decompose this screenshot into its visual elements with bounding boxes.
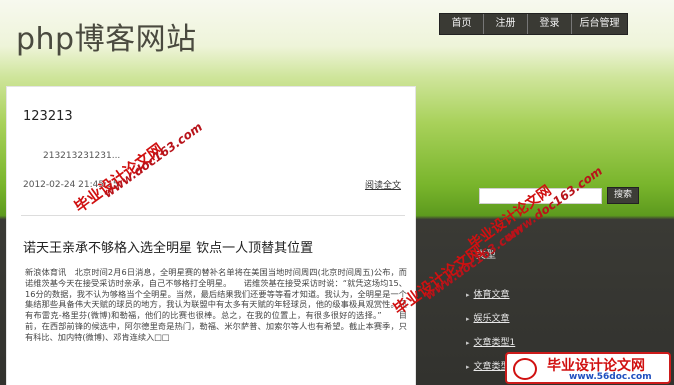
top-navigation: 首页 注册 登录 后台管理 [439, 13, 628, 35]
site-title: php博客网站 [16, 22, 197, 57]
nav-home[interactable]: 首页 [440, 14, 484, 34]
sidebar-link-type1[interactable]: ▸ 文章类型1 [466, 335, 515, 348]
bullet-icon: ▸ [466, 363, 470, 371]
main-content: 123213 213213231231... 2012-02-24 21:45:… [6, 86, 416, 385]
article-title: 诺天王亲承不够格入选全明星 钦点一人顶替其位置 [23, 241, 314, 256]
post-excerpt: 213213231231... [43, 151, 121, 161]
sidebar-heading: 类型 [476, 250, 496, 261]
post-divider [21, 215, 405, 216]
sidebar-link-label: 文章类型1 [473, 338, 516, 348]
nav-register[interactable]: 注册 [484, 14, 528, 34]
post-date: 2012-02-24 21:45:15 [23, 180, 119, 190]
logo-mark-icon [513, 358, 537, 380]
sidebar-link-sports[interactable]: ▸ 体育文章 [466, 287, 510, 300]
article-body: 新浪体育讯 北京时间2月6日消息，全明星赛的替补名单将在美国当地时间周四(北京时… [25, 267, 407, 342]
nav-login[interactable]: 登录 [528, 14, 572, 34]
post-title[interactable]: 123213 [23, 109, 73, 124]
watermark-url: www.doc163.com [500, 163, 605, 245]
search-button[interactable]: 搜索 [607, 187, 639, 204]
bullet-icon: ▸ [466, 339, 470, 347]
logo-url: www.56doc.com [569, 372, 652, 382]
read-more-link[interactable]: 阅读全文 [365, 178, 401, 191]
watermark-logo: 毕业设计论文网 www.56doc.com [505, 352, 671, 384]
sidebar-link-entertainment[interactable]: ▸ 娱乐文章 [466, 311, 510, 324]
bullet-icon: ▸ [466, 315, 470, 323]
sidebar-link-label: 体育文章 [473, 290, 510, 300]
sidebar-link-label: 娱乐文章 [473, 314, 510, 324]
nav-admin[interactable]: 后台管理 [572, 14, 627, 34]
bullet-icon: ▸ [466, 291, 470, 299]
search-input[interactable] [479, 188, 602, 204]
